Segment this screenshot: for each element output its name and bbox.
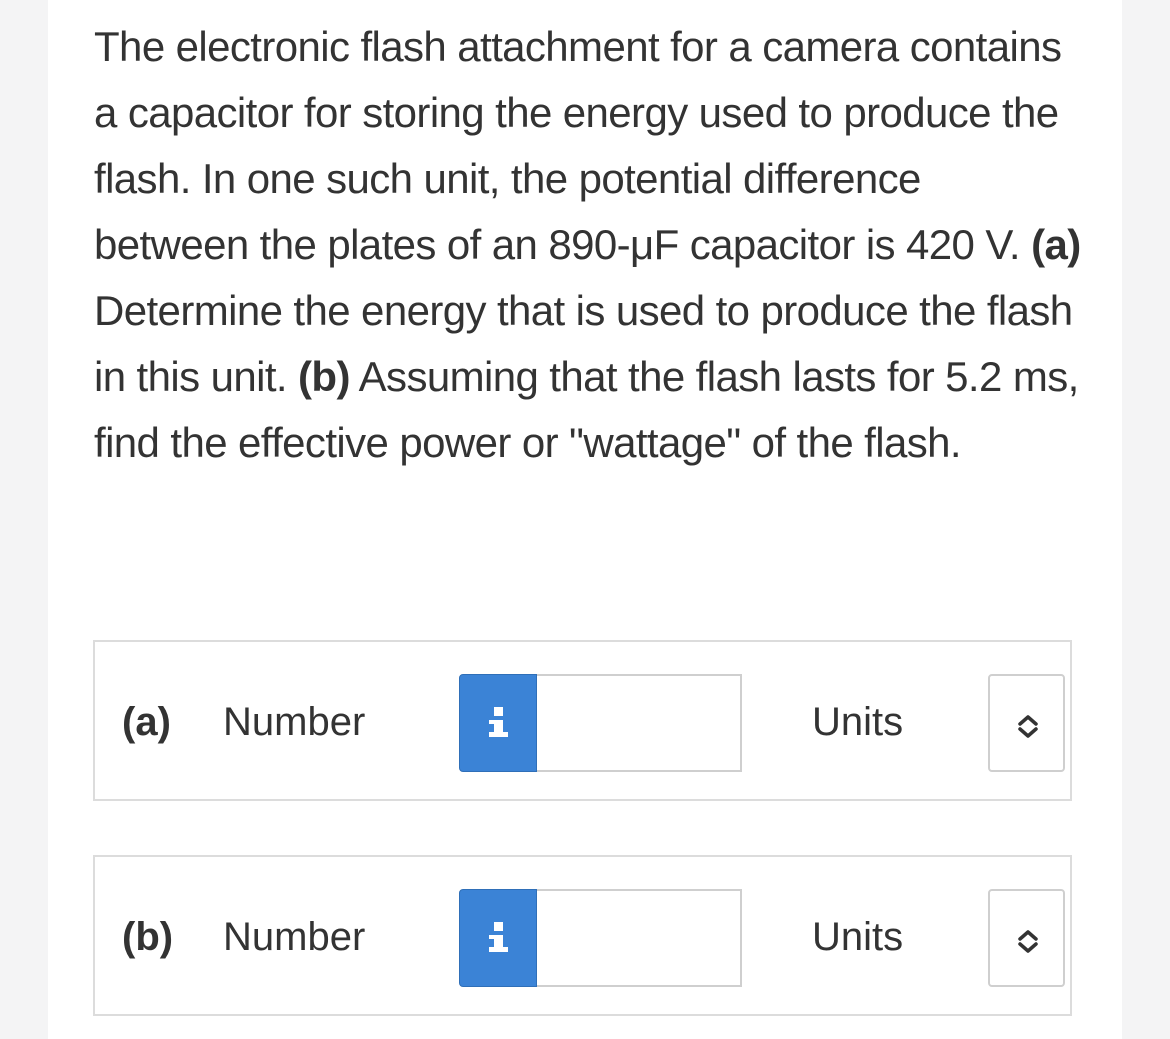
number-input[interactable] [537,674,742,772]
units-label: Units [812,700,904,744]
answer-row-b: (b) Number Units [93,855,1072,1016]
number-label: Number [223,915,366,959]
number-input[interactable] [537,889,742,987]
info-button[interactable] [459,674,537,772]
units-select[interactable] [988,889,1065,987]
number-label: Number [223,700,366,744]
question-text: The electronic flash attachment for a ca… [94,14,1084,476]
units-select[interactable] [988,674,1065,772]
part-a-marker: (a) [1031,221,1081,268]
part-b-marker: (b) [298,353,350,400]
question-card: The electronic flash attachment for a ca… [48,0,1122,1039]
question-intro: The electronic flash attachment for a ca… [94,23,1062,268]
part-label: (b) [122,915,174,959]
part-label: (a) [122,700,171,744]
up-down-chevron-icon [1018,715,1038,738]
up-down-chevron-icon [1018,930,1038,953]
answer-row-a: (a) Number Units [93,640,1072,801]
info-button[interactable] [459,889,537,987]
units-label: Units [812,915,904,959]
